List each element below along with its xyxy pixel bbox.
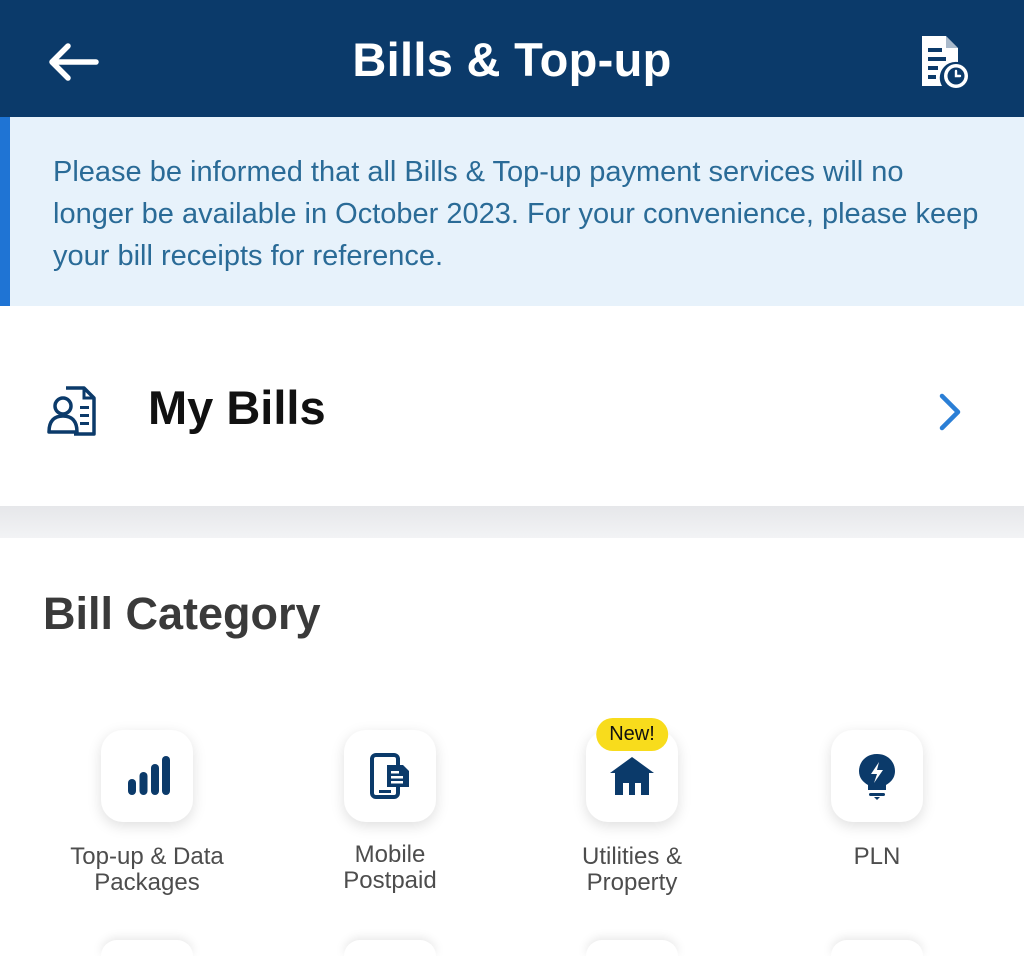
receipt-history-icon — [922, 36, 968, 88]
section-divider — [0, 506, 1024, 538]
bill-category-section: Bill Category Top-up & Data Packages Mob… — [0, 538, 1024, 956]
category-icon-box — [344, 730, 436, 822]
next-row-icon-partial — [831, 940, 923, 956]
my-bills-row[interactable]: My Bills — [0, 306, 1024, 506]
mobile-bill-icon — [370, 753, 409, 799]
service-notice-banner: Please be informed that all Bills & Top-… — [0, 117, 1024, 306]
chevron-right-icon — [939, 393, 961, 431]
category-label-line1: Top-up & Data — [70, 843, 224, 870]
category-label-line1: Mobile — [354, 841, 426, 868]
next-row-icon-partial — [586, 940, 678, 956]
bill-user-icon — [47, 386, 96, 436]
lightbulb-icon — [859, 754, 895, 800]
category-label-line1: Utilities & — [581, 843, 683, 870]
next-row-icon-partial — [344, 940, 436, 956]
new-badge: New! — [596, 718, 668, 751]
category-label-line2: Postpaid — [343, 867, 437, 894]
house-icon — [610, 757, 654, 795]
next-row-icon-partial — [101, 940, 193, 956]
category-icon-box — [101, 730, 193, 822]
bill-history-button[interactable] — [914, 30, 974, 92]
category-label-line2: Property — [586, 869, 678, 896]
category-label-line2: Packages — [94, 869, 200, 896]
app-header: Bills & Top-up — [0, 0, 1024, 117]
signal-bars-icon — [128, 756, 170, 795]
notice-accent-bar — [0, 117, 10, 306]
bill-category-title: Bill Category — [43, 588, 321, 639]
category-icon-box — [831, 730, 923, 822]
page-title: Bills & Top-up — [352, 33, 672, 86]
notice-text: Please be informed that all Bills & Top-… — [53, 156, 979, 272]
category-label-line1: PLN — [853, 843, 901, 870]
my-bills-label: My Bills — [148, 381, 326, 434]
